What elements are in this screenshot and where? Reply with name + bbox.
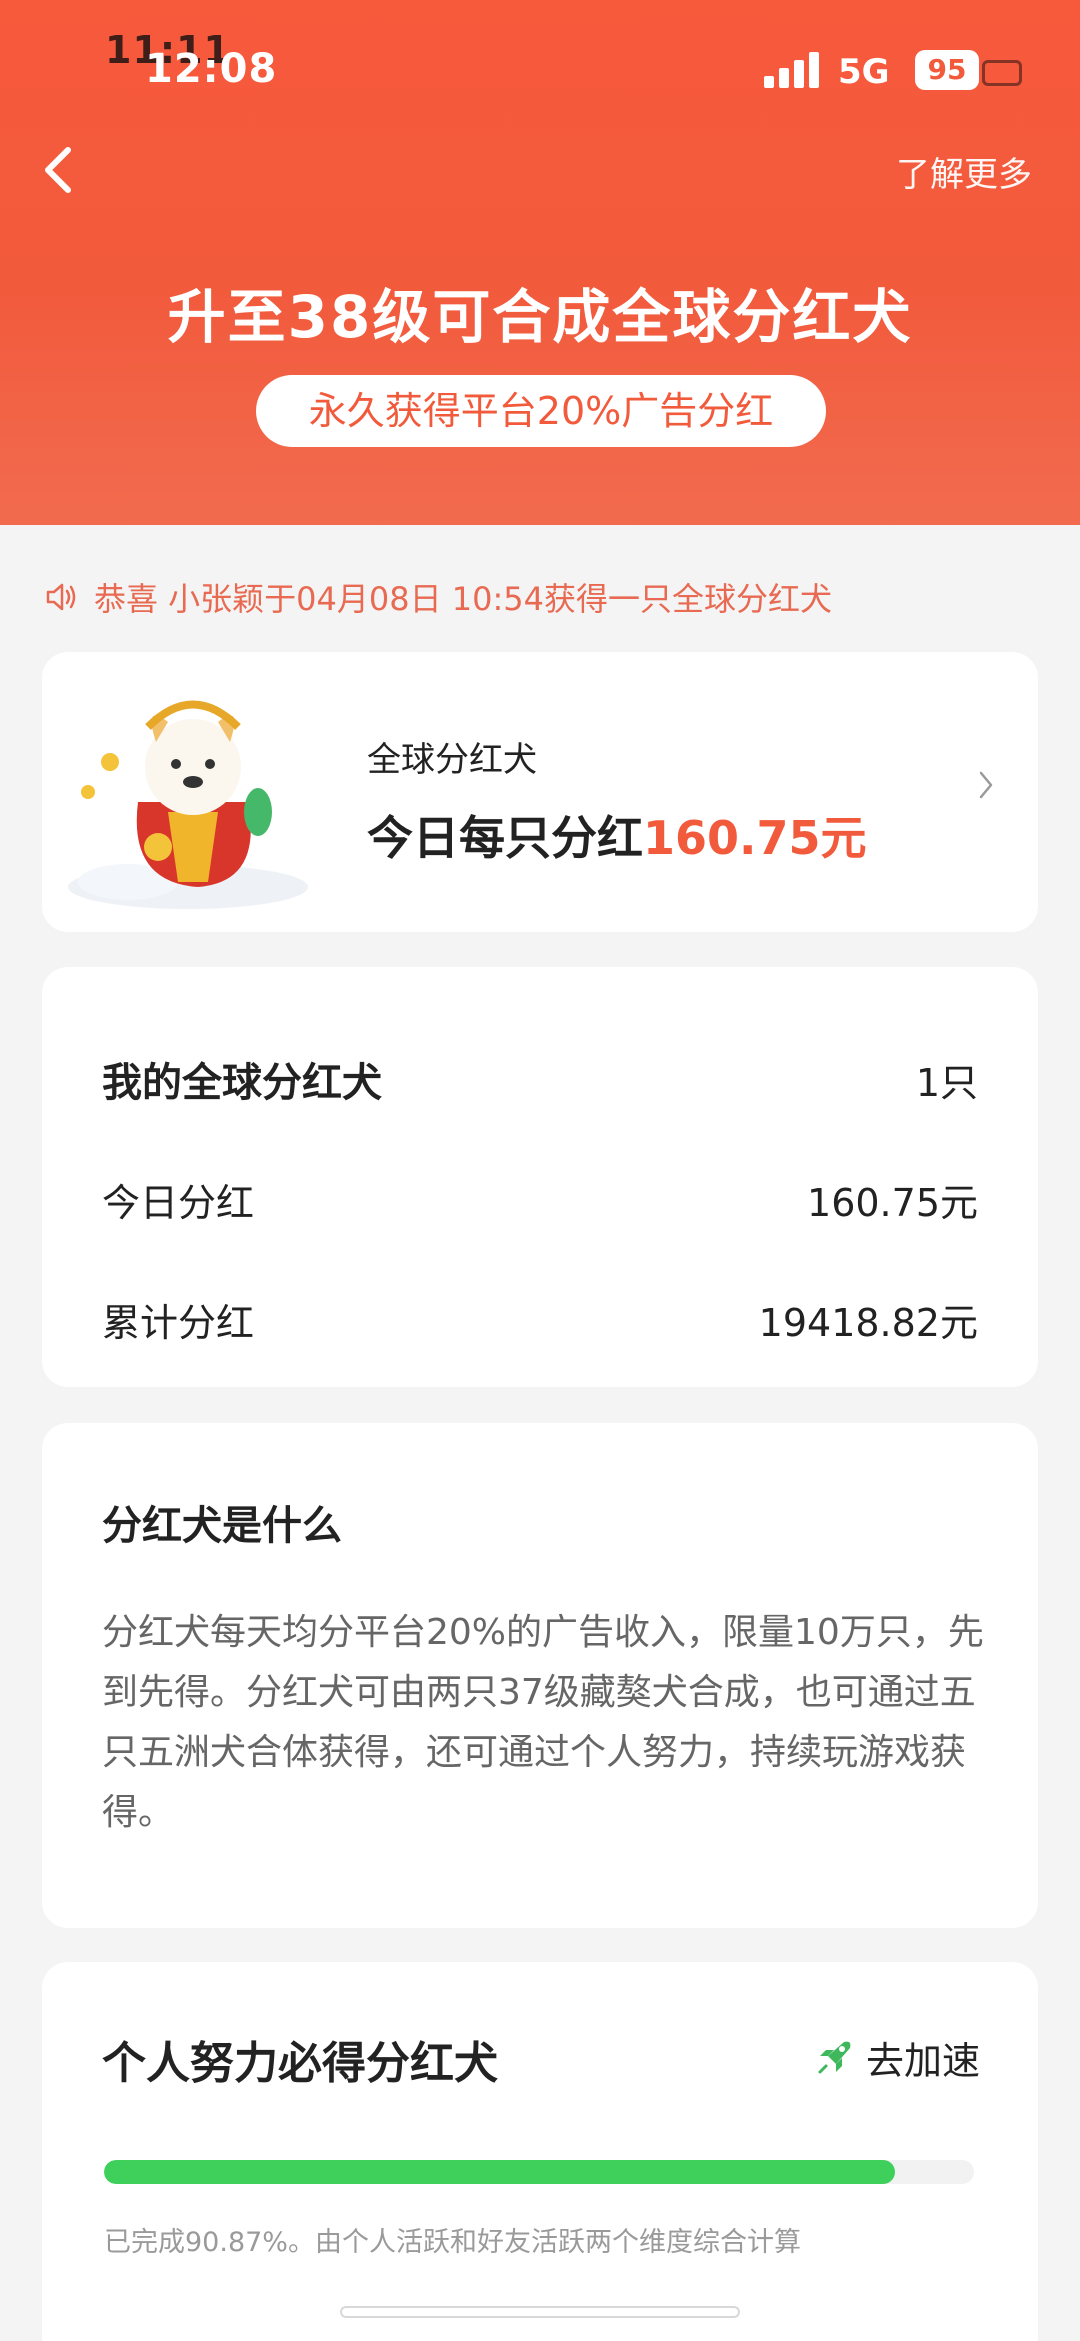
signal-icon (764, 52, 822, 88)
my-dividend-dogs-card: 我的全球分红犬 1只 今日分红 160.75元 累计分红 19418.82元 (42, 967, 1038, 1387)
effort-progress-bar (104, 2160, 974, 2184)
home-indicator[interactable] (340, 2306, 740, 2318)
status-time: 12:08 (145, 46, 278, 92)
header-banner: 11:11 12:08 5G 95 了解更多 升至38级可合成全球分红犬 永久获… (0, 0, 1080, 525)
about-dividend-dog-card: 分红犬是什么 分红犬每天均分平台20%的广告收入，限量10万只，先到先得。分红犬… (42, 1423, 1038, 1928)
about-body: 分红犬每天均分平台20%的广告收入，限量10万只，先到先得。分红犬可由两只37级… (102, 1612, 984, 1833)
network-label: 5G (838, 52, 890, 92)
effort-progress-fill (104, 2160, 895, 2184)
dividend-dog-illustration (68, 700, 308, 909)
hero-subtitle-pill: 永久获得平台20%广告分红 (256, 375, 826, 447)
status-bar: 11:11 12:08 5G 95 (0, 0, 1080, 140)
rocket-icon (818, 2041, 851, 2073)
speed-up-label: 去加速 (865, 2039, 980, 2083)
effort-title: 个人努力必得分红犬 (102, 2038, 498, 2089)
total-dividend-value: 19418.82元 (758, 1300, 978, 1345)
total-dividend-row: 累计分红 19418.82元 (102, 1289, 978, 1349)
dog-card-name: 全球分红犬 (367, 740, 537, 780)
hero-title: 升至38级可合成全球分红犬 (167, 283, 913, 351)
today-dividend-label: 今日分红 (102, 1180, 255, 1225)
dog-card-dividend: 今日每只分红160.75元 (367, 802, 867, 868)
notice-text: 恭喜 小张颖于04月08日 10:54获得一只全球分红犬 (94, 580, 833, 618)
dividend-label: 今日每只分红 (367, 811, 643, 865)
about-title: 分红犬是什么 (102, 1503, 342, 1549)
notice-ticker: 恭喜 小张颖于04月08日 10:54获得一只全球分红犬 (44, 572, 832, 622)
my-dogs-count: 1只 (915, 1060, 978, 1105)
learn-more-link[interactable]: 了解更多 (896, 147, 1032, 196)
my-dogs-header-row: 我的全球分红犬 1只 (102, 1049, 978, 1109)
speed-up-button[interactable]: 去加速 (814, 2030, 980, 2085)
total-dividend-label: 累计分红 (102, 1300, 255, 1345)
personal-effort-card: 个人努力必得分红犬 去加速 已完成90.87%。由个人活跃和好友活跃两个维度综合… (42, 1962, 1038, 2341)
speaker-icon (46, 583, 76, 611)
today-dividend-row: 今日分红 160.75元 (102, 1169, 978, 1229)
back-icon[interactable] (36, 140, 80, 200)
progress-note: 已完成90.87%。由个人活跃和好友活跃两个维度综合计算 (104, 2227, 801, 2258)
battery-icon: 95 (915, 50, 979, 90)
global-dividend-dog-card[interactable]: 全球分红犬 今日每只分红160.75元 (42, 652, 1038, 932)
today-dividend-value: 160.75元 (807, 1180, 978, 1225)
dividend-amount: 160.75元 (643, 811, 867, 865)
chevron-right-icon[interactable] (976, 767, 996, 803)
battery-outline (982, 60, 1022, 86)
my-dogs-title: 我的全球分红犬 (102, 1060, 382, 1106)
